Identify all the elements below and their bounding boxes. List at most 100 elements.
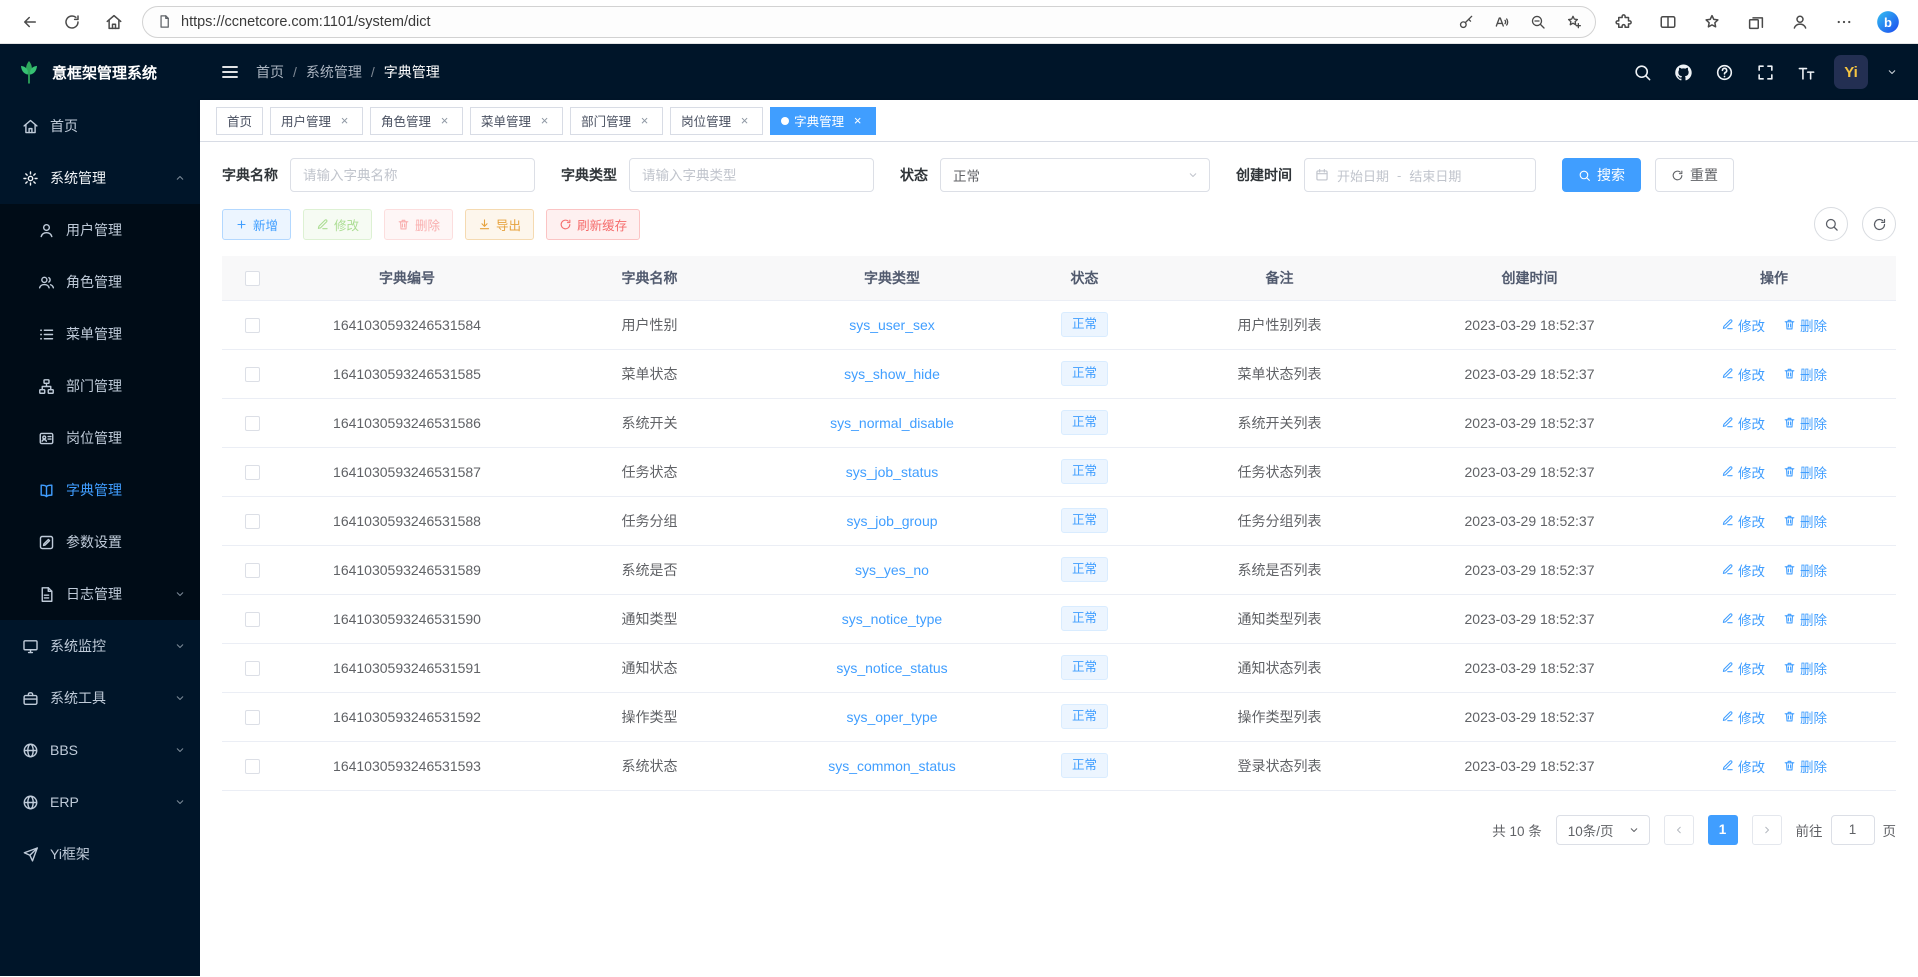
sidebar-item-yi[interactable]: Yi框架	[0, 828, 200, 880]
row-edit-button[interactable]: 修改	[1721, 364, 1765, 384]
sidebar-item-dict[interactable]: 字典管理	[0, 464, 200, 516]
export-button[interactable]: 导出	[465, 209, 534, 240]
dict-type-link[interactable]: sys_notice_type	[842, 611, 942, 627]
row-checkbox[interactable]	[245, 465, 260, 480]
browser-back-button[interactable]	[12, 4, 48, 40]
sidebar-item-bbs[interactable]: BBS	[0, 724, 200, 776]
goto-page-input[interactable]	[1831, 815, 1875, 845]
row-delete-button[interactable]: 删除	[1783, 511, 1827, 531]
row-checkbox[interactable]	[245, 759, 260, 774]
row-delete-button[interactable]: 删除	[1783, 413, 1827, 433]
browser-home-button[interactable]	[96, 4, 132, 40]
browser-read-aloud-button[interactable]	[1487, 7, 1517, 37]
dict-type-link[interactable]: sys_oper_type	[846, 709, 937, 725]
row-delete-button[interactable]: 删除	[1783, 609, 1827, 629]
dict-type-link[interactable]: sys_show_hide	[844, 366, 940, 382]
browser-key-button[interactable]	[1451, 7, 1481, 37]
date-range-picker[interactable]: 开始日期 - 结束日期	[1304, 158, 1536, 192]
row-checkbox[interactable]	[245, 710, 260, 725]
delete-button[interactable]: 删除	[384, 209, 453, 240]
tab-dict[interactable]: 字典管理×	[770, 107, 876, 135]
breadcrumb-item[interactable]: 系统管理	[306, 62, 362, 82]
close-icon[interactable]: ×	[850, 113, 865, 128]
status-select[interactable]: 正常	[940, 158, 1210, 192]
row-checkbox[interactable]	[245, 661, 260, 676]
sidebar-item-tools[interactable]: 系统工具	[0, 672, 200, 724]
dict-type-link[interactable]: sys_job_status	[846, 464, 939, 480]
row-delete-button[interactable]: 删除	[1783, 315, 1827, 335]
select-all-checkbox[interactable]	[245, 271, 260, 286]
user-avatar[interactable]: Yi	[1834, 55, 1868, 89]
row-delete-button[interactable]: 删除	[1783, 364, 1827, 384]
tab-user[interactable]: 用户管理×	[270, 107, 363, 135]
sidebar-item-dept[interactable]: 部门管理	[0, 360, 200, 412]
browser-reload-button[interactable]	[54, 4, 90, 40]
edit-button[interactable]: 修改	[303, 209, 372, 240]
dict-type-link[interactable]: sys_job_group	[846, 513, 937, 529]
address-bar[interactable]: https://ccnetcore.com:1101/system/dict	[142, 6, 1596, 38]
help-icon[interactable]	[1715, 63, 1734, 82]
row-edit-button[interactable]: 修改	[1721, 413, 1765, 433]
breadcrumb-item[interactable]: 首页	[256, 62, 284, 82]
sidebar-item-monitor[interactable]: 系统监控	[0, 620, 200, 672]
row-edit-button[interactable]: 修改	[1721, 511, 1765, 531]
row-edit-button[interactable]: 修改	[1721, 315, 1765, 335]
font-size-icon[interactable]	[1797, 63, 1816, 82]
tab-role[interactable]: 角色管理×	[370, 107, 463, 135]
close-icon[interactable]: ×	[437, 113, 452, 128]
dict-name-input[interactable]	[290, 158, 535, 192]
row-checkbox[interactable]	[245, 367, 260, 382]
row-checkbox[interactable]	[245, 563, 260, 578]
browser-star-plus-button[interactable]	[1559, 7, 1589, 37]
sidebar-item-log[interactable]: 日志管理	[0, 568, 200, 620]
current-page[interactable]: 1	[1708, 815, 1738, 845]
close-icon[interactable]: ×	[537, 113, 552, 128]
dict-type-link[interactable]: sys_notice_status	[836, 660, 947, 676]
browser-split-screen-button[interactable]	[1650, 4, 1686, 40]
table-reload-button[interactable]	[1862, 207, 1896, 241]
row-delete-button[interactable]: 删除	[1783, 658, 1827, 678]
row-checkbox[interactable]	[245, 514, 260, 529]
browser-collections-button[interactable]	[1738, 4, 1774, 40]
sidebar-item-system[interactable]: 系统管理	[0, 152, 200, 204]
prev-page-button[interactable]	[1664, 815, 1694, 845]
row-delete-button[interactable]: 删除	[1783, 560, 1827, 580]
dict-type-link[interactable]: sys_common_status	[828, 758, 956, 774]
hamburger-icon[interactable]	[220, 62, 240, 82]
add-button[interactable]: 新增	[222, 209, 291, 240]
dict-type-link[interactable]: sys_user_sex	[849, 317, 935, 333]
tab-dept[interactable]: 部门管理×	[570, 107, 663, 135]
fullscreen-icon[interactable]	[1756, 63, 1775, 82]
sidebar-item-home[interactable]: 首页	[0, 100, 200, 152]
tab-home[interactable]: 首页	[216, 107, 263, 135]
close-icon[interactable]: ×	[737, 113, 752, 128]
dict-type-link[interactable]: sys_normal_disable	[830, 415, 954, 431]
sidebar-item-config[interactable]: 参数设置	[0, 516, 200, 568]
close-icon[interactable]: ×	[637, 113, 652, 128]
row-checkbox[interactable]	[245, 318, 260, 333]
sidebar-item-post[interactable]: 岗位管理	[0, 412, 200, 464]
browser-bing-button[interactable]: b	[1870, 4, 1906, 40]
browser-avatar-button[interactable]	[1782, 4, 1818, 40]
table-search-button[interactable]	[1814, 207, 1848, 241]
page-size-select[interactable]: 10条/页	[1556, 815, 1650, 845]
dict-type-link[interactable]: sys_yes_no	[855, 562, 929, 578]
row-edit-button[interactable]: 修改	[1721, 707, 1765, 727]
next-page-button[interactable]	[1752, 815, 1782, 845]
browser-more-horizontal-button[interactable]	[1826, 4, 1862, 40]
refresh-cache-button[interactable]: 刷新缓存	[546, 209, 640, 240]
row-checkbox[interactable]	[245, 416, 260, 431]
row-delete-button[interactable]: 删除	[1783, 756, 1827, 776]
row-edit-button[interactable]: 修改	[1721, 756, 1765, 776]
search-button[interactable]: 搜索	[1562, 158, 1641, 192]
row-delete-button[interactable]: 删除	[1783, 462, 1827, 482]
dict-type-input[interactable]	[629, 158, 874, 192]
tab-post[interactable]: 岗位管理×	[670, 107, 763, 135]
row-edit-button[interactable]: 修改	[1721, 658, 1765, 678]
row-edit-button[interactable]: 修改	[1721, 462, 1765, 482]
row-delete-button[interactable]: 删除	[1783, 707, 1827, 727]
row-edit-button[interactable]: 修改	[1721, 609, 1765, 629]
user-menu-caret-icon[interactable]	[1886, 66, 1898, 78]
browser-zoom-out-button[interactable]	[1523, 7, 1553, 37]
tab-menu[interactable]: 菜单管理×	[470, 107, 563, 135]
